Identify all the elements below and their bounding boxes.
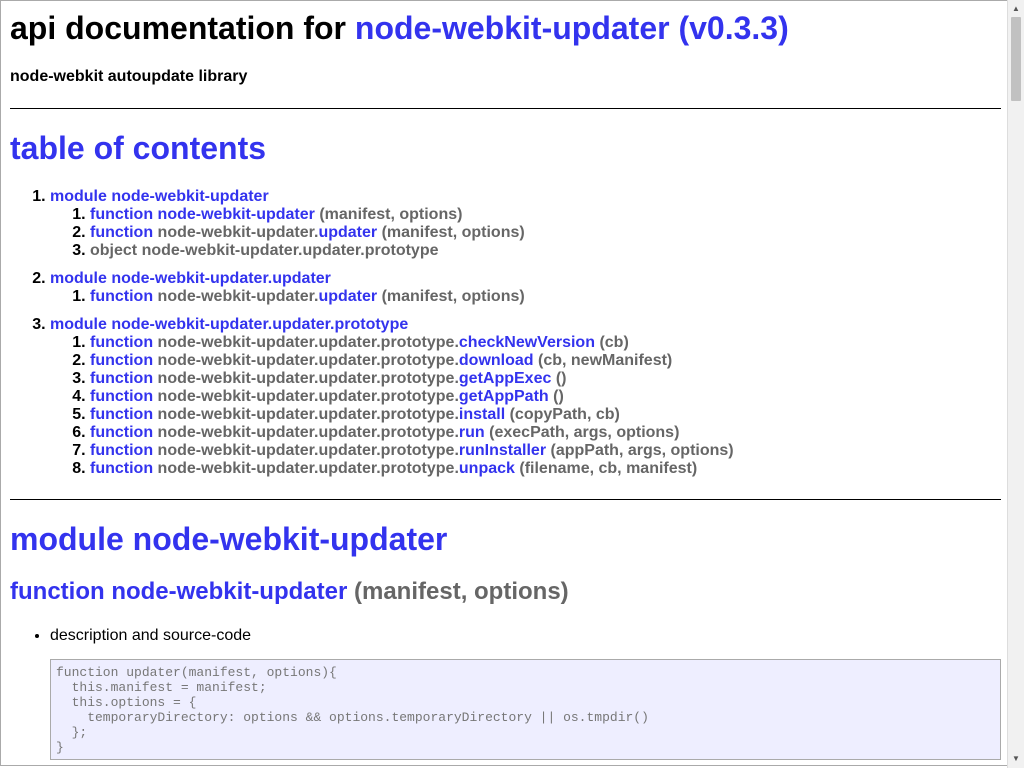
scroll-up-button[interactable]: ▲ (1008, 2, 1024, 16)
toc-entry[interactable]: function node-webkit-updater.updater.pro… (90, 424, 734, 442)
function-keyword: function (10, 578, 105, 605)
toc-entry[interactable]: function node-webkit-updater.updater (ma… (90, 288, 734, 306)
toc-module-item: module node-webkit-updater.updater.proto… (50, 316, 734, 478)
entry-args: () (553, 388, 564, 405)
toc-entry[interactable]: object node-webkit-updater.updater.proto… (90, 242, 734, 260)
entry-name: unpack (458, 460, 515, 477)
entry-path: node-webkit-updater.updater.prototype. (157, 334, 459, 351)
entry-args: (appPath, args, options) (550, 442, 734, 459)
vertical-scrollbar[interactable]: ▲ ▼ (1007, 0, 1024, 768)
entry-args: (execPath, args, options) (489, 424, 680, 441)
list-item: description and source-code (50, 627, 251, 645)
divider (10, 108, 1001, 109)
entry-args: (manifest, options) (381, 288, 525, 305)
entry-keyword: function (90, 442, 154, 459)
entry-keyword: function (90, 334, 154, 351)
source-code-block: function updater(manifest, options){ thi… (50, 659, 1001, 760)
toc-sublist: function node-webkit-updater (manifest, … (50, 206, 734, 260)
entry-path: node-webkit-updater.updater.prototype. (157, 388, 459, 405)
entry-args: (cb, newManifest) (538, 352, 673, 369)
toc-entry[interactable]: function node-webkit-updater.updater (ma… (90, 224, 734, 242)
toc-heading[interactable]: table of contents (10, 130, 266, 167)
entry-name: run (458, 424, 485, 441)
entry-name: download (458, 352, 534, 369)
toc-sublist: function node-webkit-updater.updater.pro… (50, 334, 734, 478)
entry-name: install (458, 406, 506, 423)
entry-path: node-webkit-updater.updater.prototype. (157, 442, 459, 459)
toc-entry[interactable]: function node-webkit-updater.updater.pro… (90, 370, 734, 388)
entry-path: node-webkit-updater.updater.prototype. (157, 460, 459, 477)
toc-module-link[interactable]: module node-webkit-updater.updater (50, 270, 331, 287)
entry-args: (copyPath, cb) (509, 406, 620, 423)
toc-module-link[interactable]: module node-webkit-updater (50, 188, 269, 205)
toc-sublist: function node-webkit-updater.updater (ma… (50, 288, 734, 306)
entry-keyword: function (90, 460, 154, 477)
entry-name: updater (318, 224, 378, 241)
description-list: description and source-code (10, 627, 251, 645)
entry-args: (manifest, options) (381, 224, 525, 241)
module-heading[interactable]: module node-webkit-updater (10, 521, 447, 558)
title-link[interactable]: node-webkit-updater (v0.3.3) (355, 10, 789, 46)
entry-name: node-webkit-updater (157, 206, 315, 223)
entry-keyword: function (90, 224, 154, 241)
title-prefix: api documentation for (10, 10, 346, 46)
entry-name: getAppPath (458, 388, 549, 405)
entry-path: node-webkit-updater.updater.prototype (141, 242, 439, 259)
entry-path: node-webkit-updater.updater.prototype. (157, 424, 459, 441)
page-title: api documentation for node-webkit-update… (10, 10, 789, 47)
entry-keyword: function (90, 406, 154, 423)
entry-path: node-webkit-updater.updater.prototype. (157, 370, 459, 387)
page-subtitle: node-webkit autoupdate library (10, 68, 248, 85)
entry-keyword: object (90, 242, 138, 259)
scrollbar-thumb[interactable] (1011, 17, 1021, 101)
function-name: node-webkit-updater (111, 578, 348, 605)
table-of-contents: module node-webkit-updaterfunction node-… (10, 188, 734, 488)
toc-entry[interactable]: function node-webkit-updater.updater.pro… (90, 406, 734, 424)
entry-path: node-webkit-updater.updater.prototype. (157, 406, 459, 423)
toc-entry[interactable]: function node-webkit-updater.updater.pro… (90, 388, 734, 406)
scroll-down-button[interactable]: ▼ (1008, 752, 1024, 766)
entry-path: node-webkit-updater. (157, 288, 319, 305)
toc-module-link[interactable]: module node-webkit-updater.updater.proto… (50, 316, 408, 333)
entry-keyword: function (90, 388, 154, 405)
document-viewport: api documentation for node-webkit-update… (0, 0, 1007, 766)
toc-entry[interactable]: function node-webkit-updater.updater.pro… (90, 334, 734, 352)
entry-keyword: function (90, 370, 154, 387)
entry-path: node-webkit-updater. (157, 224, 319, 241)
toc-module-item: module node-webkit-updater.updaterfuncti… (50, 270, 734, 306)
toc-entry[interactable]: function node-webkit-updater.updater.pro… (90, 460, 734, 478)
entry-keyword: function (90, 424, 154, 441)
entry-name: runInstaller (458, 442, 547, 459)
arrow-up-icon: ▲ (1012, 4, 1020, 13)
toc-entry[interactable]: function node-webkit-updater (manifest, … (90, 206, 734, 224)
entry-args: () (555, 370, 567, 387)
toc-entry[interactable]: function node-webkit-updater.updater.pro… (90, 352, 734, 370)
function-args: (manifest, options) (354, 578, 569, 605)
entry-path: node-webkit-updater.updater.prototype. (157, 352, 459, 369)
entry-name: checkNewVersion (458, 334, 595, 351)
divider (10, 499, 1001, 500)
toc-entry[interactable]: function node-webkit-updater.updater.pro… (90, 442, 734, 460)
entry-keyword: function (90, 352, 154, 369)
entry-name: getAppExec (458, 370, 552, 387)
entry-keyword: function (90, 288, 154, 305)
function-heading[interactable]: function node-webkit-updater (manifest, … (10, 578, 569, 606)
entry-keyword: function (90, 206, 154, 223)
entry-args: (cb) (599, 334, 629, 351)
entry-name: updater (318, 288, 378, 305)
entry-args: (filename, cb, manifest) (519, 460, 698, 477)
arrow-down-icon: ▼ (1012, 754, 1020, 763)
toc-module-item: module node-webkit-updaterfunction node-… (50, 188, 734, 260)
entry-args: (manifest, options) (319, 206, 463, 223)
